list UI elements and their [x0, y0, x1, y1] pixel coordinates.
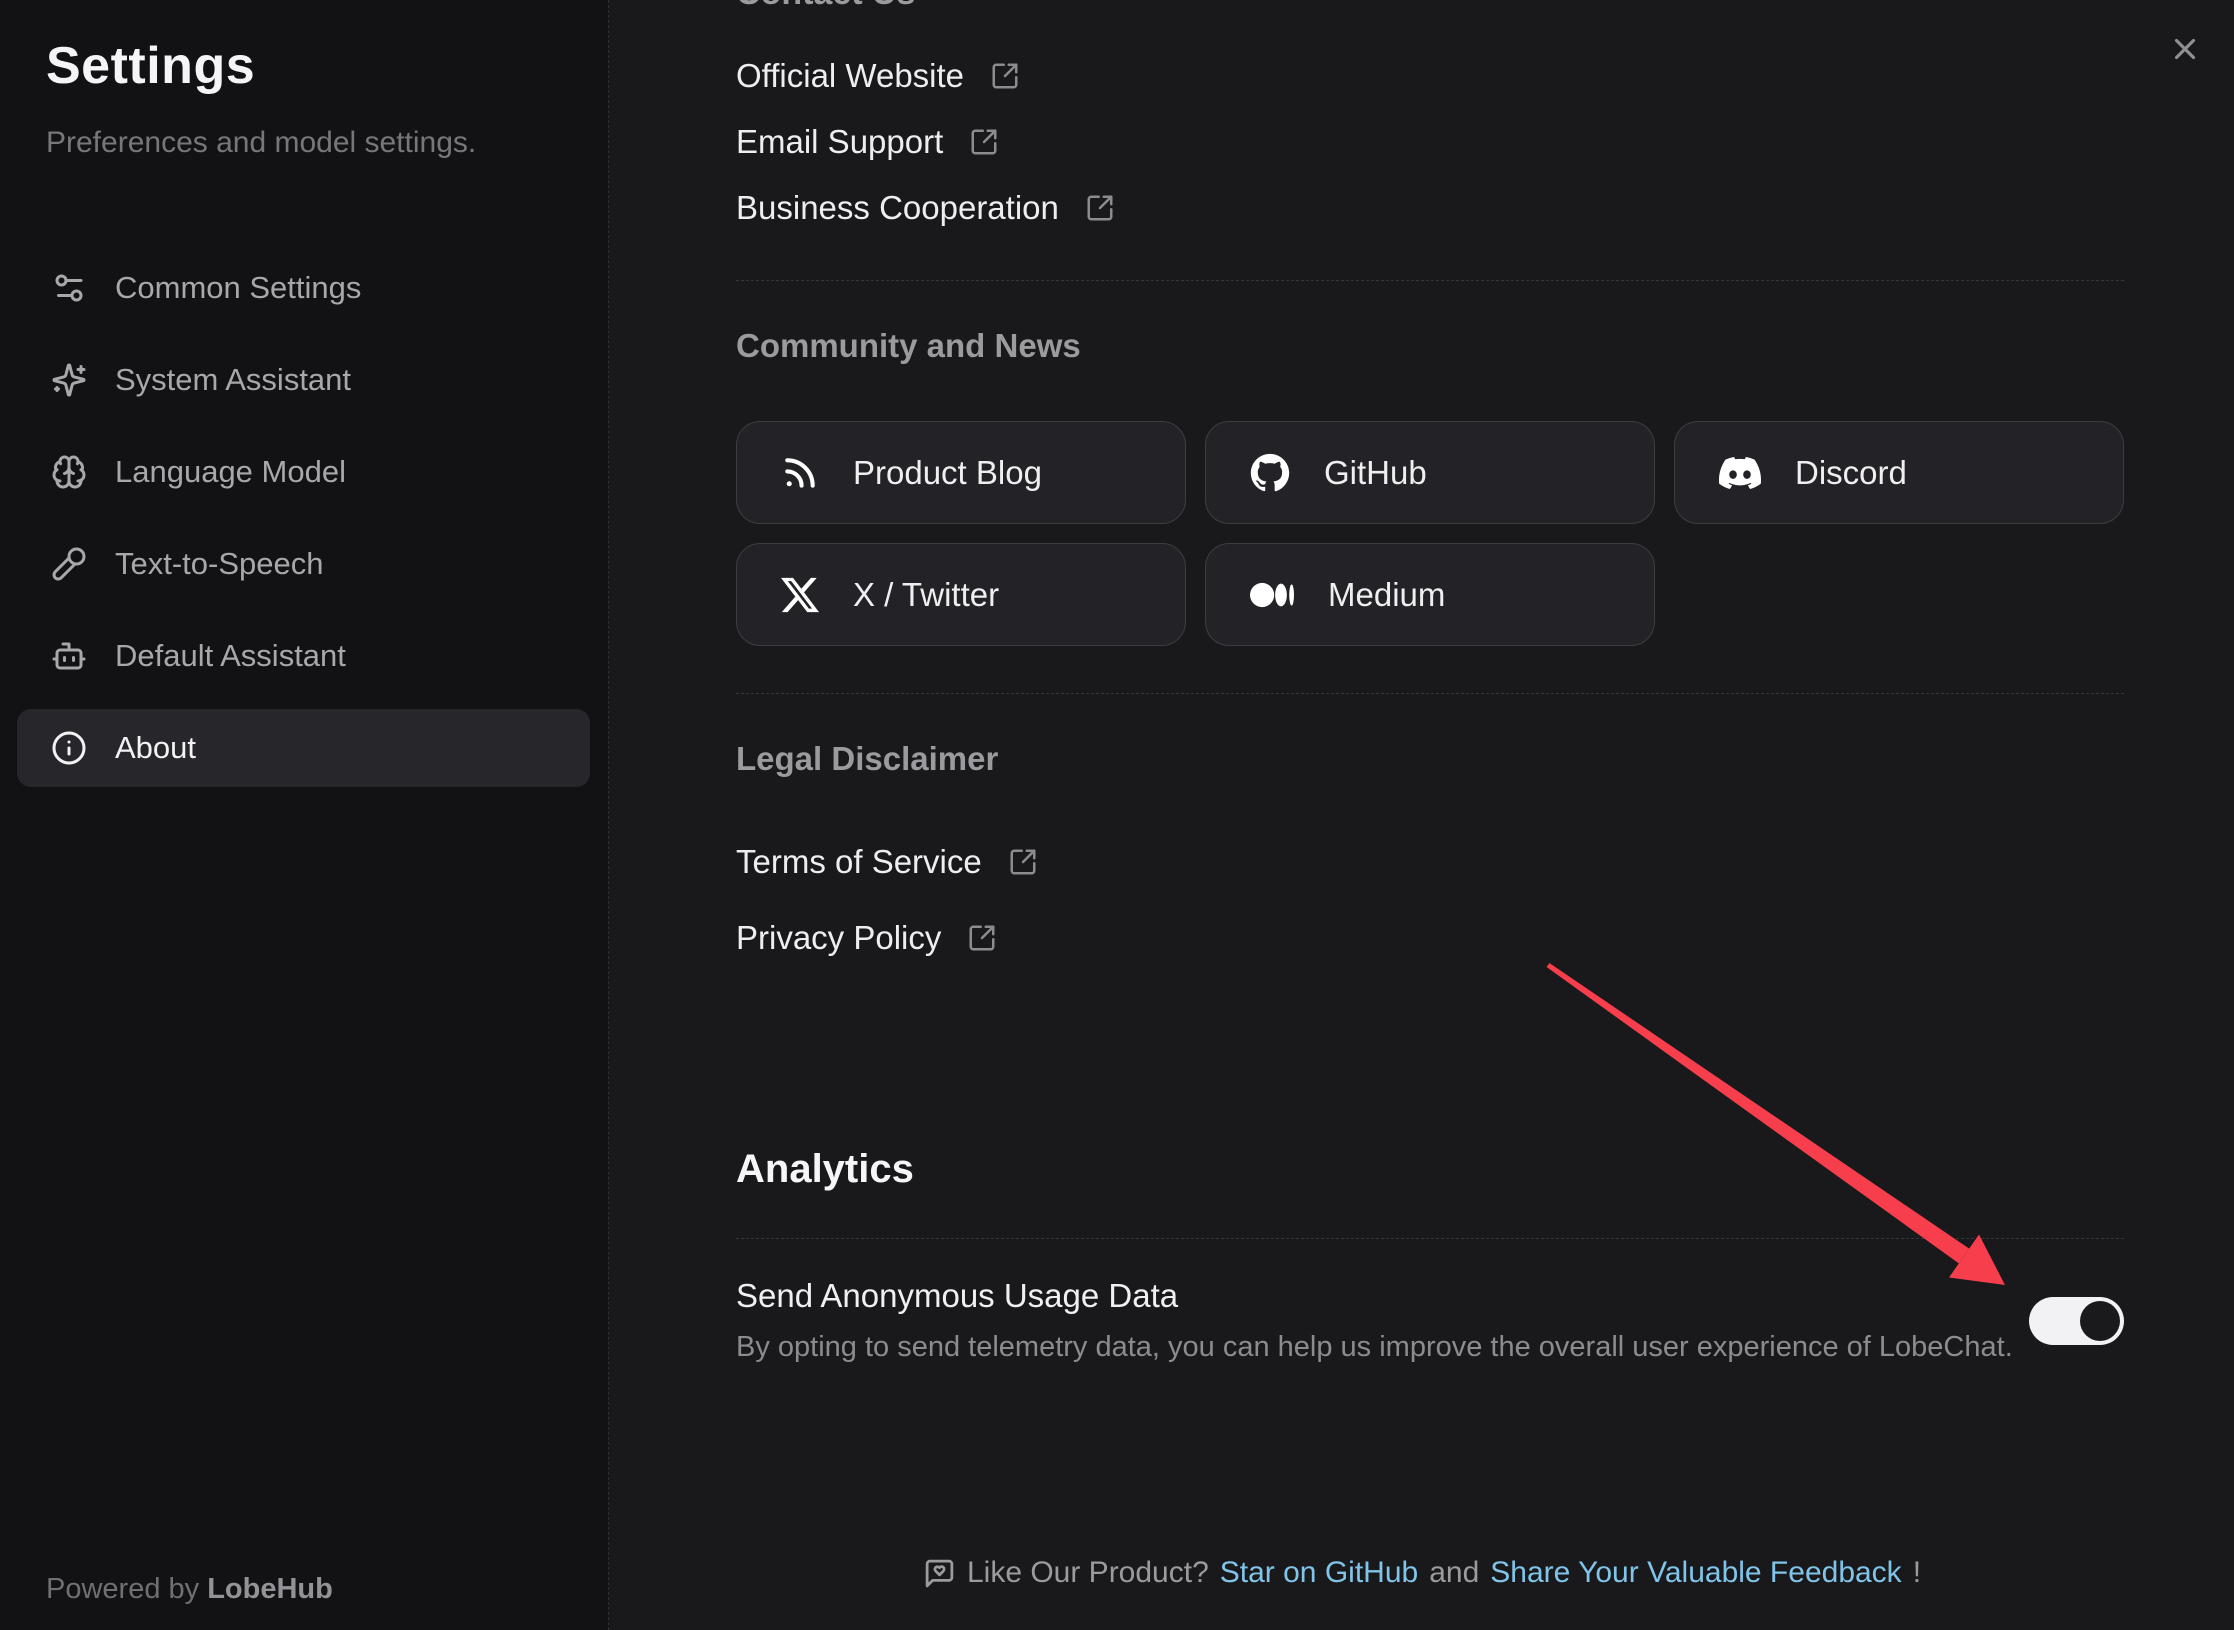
business-cooperation-link[interactable]: Business Cooperation [736, 184, 2124, 232]
legal-heading: Legal Disclaimer [736, 740, 2124, 778]
telemetry-setting-row: Send Anonymous Usage Data By opting to s… [736, 1277, 2124, 1364]
rss-icon [781, 454, 819, 492]
toggle-knob [2080, 1301, 2120, 1341]
section-divider [736, 1238, 2124, 1239]
info-icon [51, 730, 87, 766]
external-link-icon [967, 923, 997, 953]
powered-by: Powered by LobeHub [46, 1573, 333, 1606]
github-icon [1250, 453, 1290, 493]
page-subtitle: Preferences and model settings. [46, 126, 476, 160]
star-on-github-link[interactable]: Star on GitHub [1220, 1556, 1418, 1590]
footer-text: and [1429, 1556, 1479, 1590]
telemetry-setting-label: Send Anonymous Usage Data [736, 1277, 2013, 1315]
close-button[interactable] [2166, 30, 2204, 68]
bot-icon [51, 638, 87, 674]
brain-icon [51, 454, 87, 490]
button-label: Discord [1795, 454, 1907, 492]
external-link-icon [969, 127, 999, 157]
mic-icon [51, 546, 87, 582]
medium-icon [1250, 582, 1294, 608]
about-panel: Contact Us Official Website Email Suppor… [610, 0, 2234, 1630]
button-label: Product Blog [853, 454, 1042, 492]
external-link-icon [990, 61, 1020, 91]
lobehub-brand[interactable]: LobeHub [207, 1573, 333, 1605]
privacy-policy-link[interactable]: Privacy Policy [736, 914, 2124, 962]
sidebar-item-system-assistant[interactable]: System Assistant [17, 341, 590, 419]
official-website-link[interactable]: Official Website [736, 52, 2124, 100]
email-support-link[interactable]: Email Support [736, 118, 2124, 166]
x-twitter-button[interactable]: X / Twitter [736, 543, 1186, 646]
external-link-icon [1008, 847, 1038, 877]
sparkles-icon [51, 362, 87, 398]
x-logo-icon [781, 576, 819, 614]
sidebar-item-label: Text-to-Speech [115, 546, 324, 582]
sidebar-item-label: Common Settings [115, 270, 361, 306]
community-buttons: Product Blog GitHub Discord X / Twitter [736, 421, 2124, 646]
sliders-icon [51, 270, 87, 306]
sidebar-item-label: About [115, 730, 196, 766]
link-label: Privacy Policy [736, 919, 941, 957]
button-label: X / Twitter [853, 576, 999, 614]
discord-icon [1719, 452, 1761, 494]
analytics-heading: Analytics [736, 1147, 2124, 1192]
section-divider [736, 693, 2124, 694]
link-label: Terms of Service [736, 843, 982, 881]
link-label: Official Website [736, 57, 964, 95]
discord-button[interactable]: Discord [1674, 421, 2124, 524]
sidebar-item-label: Language Model [115, 454, 346, 490]
contact-us-heading: Contact Us [736, 0, 2124, 8]
powered-by-text: Powered by [46, 1573, 199, 1605]
section-divider [736, 280, 2124, 281]
terms-of-service-link[interactable]: Terms of Service [736, 838, 2124, 886]
settings-nav: Common Settings System Assistant Languag… [17, 249, 590, 787]
link-label: Business Cooperation [736, 189, 1059, 227]
settings-sidebar: Settings Preferences and model settings.… [0, 0, 609, 1630]
close-icon [2168, 32, 2202, 66]
product-blog-button[interactable]: Product Blog [736, 421, 1186, 524]
medium-button[interactable]: Medium [1205, 543, 1655, 646]
sidebar-item-about[interactable]: About [17, 709, 590, 787]
sidebar-item-label: System Assistant [115, 362, 351, 398]
community-heading: Community and News [736, 327, 2124, 365]
telemetry-setting-description: By opting to send telemetry data, you ca… [736, 1331, 2013, 1364]
feedback-footer: Like Our Product? Star on GitHub and Sha… [610, 1556, 2234, 1590]
message-heart-icon [923, 1557, 956, 1590]
telemetry-toggle[interactable] [2029, 1297, 2124, 1345]
share-feedback-link[interactable]: Share Your Valuable Feedback [1490, 1556, 1901, 1590]
footer-text: ! [1913, 1556, 1921, 1590]
button-label: Medium [1328, 576, 1445, 614]
sidebar-item-text-to-speech[interactable]: Text-to-Speech [17, 525, 590, 603]
sidebar-item-common-settings[interactable]: Common Settings [17, 249, 590, 327]
sidebar-item-language-model[interactable]: Language Model [17, 433, 590, 511]
sidebar-item-label: Default Assistant [115, 638, 346, 674]
sidebar-item-default-assistant[interactable]: Default Assistant [17, 617, 590, 695]
github-button[interactable]: GitHub [1205, 421, 1655, 524]
footer-text: Like Our Product? [967, 1556, 1209, 1590]
link-label: Email Support [736, 123, 943, 161]
page-title: Settings [46, 36, 255, 96]
button-label: GitHub [1324, 454, 1427, 492]
external-link-icon [1085, 193, 1115, 223]
